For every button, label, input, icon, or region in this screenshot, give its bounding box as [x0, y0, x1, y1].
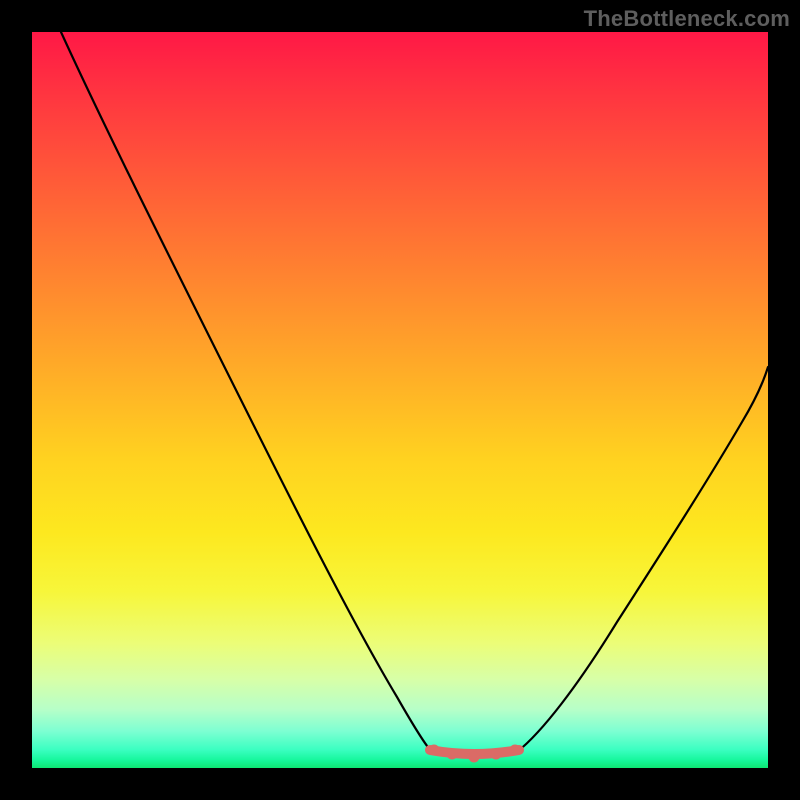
chart-frame: TheBottleneck.com [0, 0, 800, 800]
chart-svg [32, 32, 768, 768]
curve-left-branch [61, 32, 432, 752]
watermark-text: TheBottleneck.com [584, 6, 790, 32]
optimal-zone-dot [429, 745, 440, 756]
optimal-zone-dot [469, 752, 480, 763]
curve-right-branch [517, 367, 768, 752]
optimal-zone-dot [491, 749, 502, 760]
plot-area [32, 32, 768, 768]
optimal-zone-dot [447, 749, 458, 760]
optimal-zone-dot [510, 745, 521, 756]
